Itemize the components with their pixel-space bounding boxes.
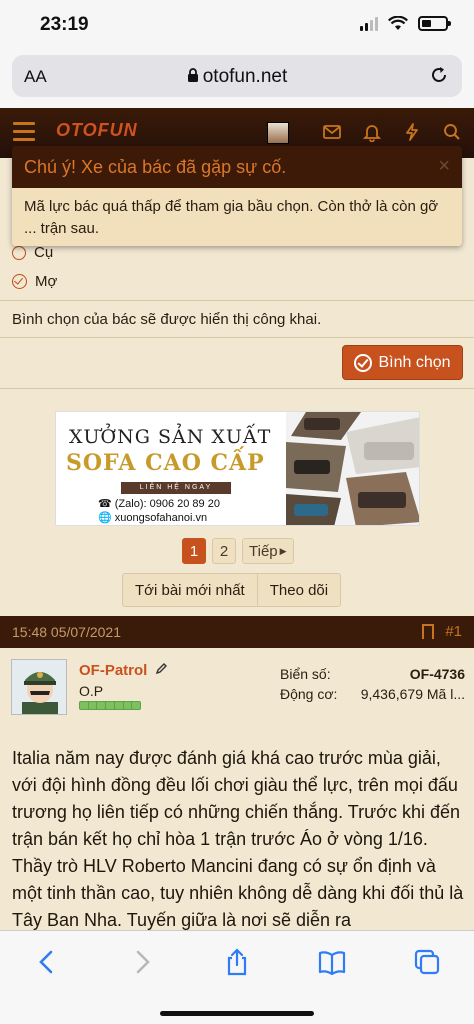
- divider: [0, 337, 474, 338]
- poll-option-label: Mợ: [35, 273, 58, 290]
- poll-option-label: Cụ: [34, 244, 54, 261]
- reload-icon[interactable]: [428, 64, 450, 86]
- search-icon[interactable]: [442, 122, 462, 142]
- engine-value: 9,436,679 Mã l...: [360, 686, 465, 702]
- ad-phone: ☎ (Zalo): 0906 20 89 20: [98, 498, 220, 510]
- browser-url-area: AA otofun.net: [0, 50, 474, 108]
- url-label: otofun.net: [202, 66, 288, 87]
- radio-empty-icon: [12, 245, 26, 260]
- ad-site-text: xuongsofahanoi.vn: [114, 512, 208, 524]
- user-stats: Biển số: OF-4736 Động cơ: 9,436,679 Mã l…: [280, 666, 465, 706]
- checked-circle-icon: [12, 274, 27, 289]
- poll-public-note: Bình chọn của bác sẽ được hiển thị công …: [12, 311, 322, 328]
- ad-ribbon: LIÊN HỆ NGAY: [121, 482, 231, 494]
- ad-phone-text: (Zalo): 0906 20 89 20: [114, 498, 220, 510]
- user-avatar[interactable]: [11, 659, 67, 715]
- toast-message: Mã lực bác quá thấp để tham gia bầu chọn…: [12, 188, 462, 246]
- status-icons: [360, 16, 451, 31]
- vote-button[interactable]: Bình chọn: [342, 345, 463, 380]
- close-icon[interactable]: ×: [438, 155, 450, 178]
- bookmark-icon[interactable]: [422, 624, 434, 639]
- post-number[interactable]: #1: [445, 623, 462, 640]
- browser-toolbar: [0, 930, 474, 1024]
- sofa-photos-image: [286, 412, 419, 525]
- user-avatar[interactable]: [267, 122, 289, 144]
- post-username[interactable]: OF-Patrol: [79, 662, 168, 679]
- vote-button-label: Bình chọn: [378, 353, 451, 371]
- watch-button[interactable]: Theo dõi: [256, 574, 340, 606]
- site-logo[interactable]: OTOFUN: [56, 120, 138, 141]
- menu-icon[interactable]: [13, 122, 35, 146]
- lock-icon: [187, 68, 198, 82]
- share-icon[interactable]: [222, 947, 252, 977]
- cellular-signal-icon: [360, 16, 378, 31]
- page-button[interactable]: 2: [212, 538, 236, 564]
- page-button[interactable]: 1: [182, 538, 206, 564]
- mail-icon[interactable]: [322, 122, 342, 142]
- wifi-icon: [388, 16, 408, 30]
- forward-icon[interactable]: [127, 947, 157, 977]
- jump-latest-button[interactable]: Tới bài mới nhất: [123, 574, 257, 606]
- plate-label: Biển số:: [280, 666, 331, 682]
- police-avatar-image: [12, 660, 66, 714]
- home-indicator: [160, 1011, 314, 1016]
- ad-line1: XƯỞNG SẢN XUẤT: [69, 426, 272, 448]
- check-circle-icon: [354, 353, 373, 372]
- lightning-icon[interactable]: [402, 122, 422, 142]
- address-bar[interactable]: AA otofun.net: [12, 55, 462, 97]
- error-toast: Chú ý! Xe của bác đã gặp sự cố. × Mã lực…: [12, 146, 462, 246]
- plate-value: OF-4736: [409, 666, 465, 682]
- battery-icon: [418, 16, 451, 31]
- next-page-button[interactable]: Tiếp ▶: [242, 538, 294, 564]
- post-user-block: OF-Patrol O.P Biển số: OF-4736 Động cơ: …: [0, 648, 474, 728]
- next-page-label: Tiếp: [249, 542, 278, 560]
- caret-right-icon: ▶: [279, 545, 287, 556]
- ad-banner[interactable]: XƯỞNG SẢN XUẤT SOFA CAO CẤP LIÊN HỆ NGAY…: [55, 411, 420, 526]
- thread-actions: Tới bài mới nhất Theo dõi: [122, 573, 342, 607]
- status-bar: 23:19: [0, 0, 474, 50]
- divider: [0, 388, 474, 389]
- toast-title: Chú ý! Xe của bác đã gặp sự cố.: [24, 157, 287, 177]
- post-username-text: OF-Patrol: [79, 662, 148, 679]
- poll-option[interactable]: Cụ: [12, 244, 53, 261]
- user-title: O.P: [79, 683, 104, 699]
- tabs-icon[interactable]: [412, 947, 442, 977]
- poll-option[interactable]: Mợ: [12, 273, 57, 290]
- bookmarks-icon[interactable]: [317, 947, 347, 977]
- ad-site: 🌐 xuongsofahanoi.vn: [98, 512, 208, 524]
- bell-icon[interactable]: [362, 122, 382, 142]
- pencil-icon[interactable]: [155, 662, 168, 675]
- back-icon[interactable]: [32, 947, 62, 977]
- engine-label: Động cơ:: [280, 686, 338, 702]
- post-header: 15:48 05/07/2021 #1: [0, 616, 474, 648]
- user-rank-bar: [79, 701, 141, 710]
- post-date[interactable]: 15:48 05/07/2021: [12, 624, 121, 640]
- pagination: 1 2 Tiếp ▶: [182, 538, 294, 564]
- url-text[interactable]: otofun.net: [12, 66, 462, 88]
- toast-header: Chú ý! Xe của bác đã gặp sự cố. ×: [12, 146, 462, 188]
- ad-line2: SOFA CAO CẤP: [66, 450, 265, 476]
- status-time: 23:19: [40, 14, 89, 35]
- post-body: Italia năm nay được đánh giá khá cao trư…: [12, 748, 464, 930]
- divider: [0, 300, 474, 301]
